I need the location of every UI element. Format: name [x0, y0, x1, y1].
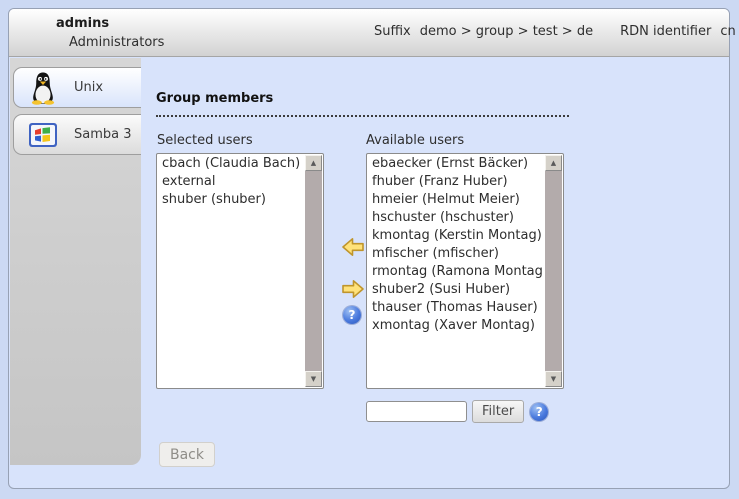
suffix-label: Suffix: [374, 24, 411, 39]
members-help-icon[interactable]: ?: [343, 306, 361, 324]
list-item[interactable]: kmontag (Kerstin Montag): [368, 227, 544, 245]
page: { "header": { "title": "admins", "subtit…: [0, 0, 739, 499]
filter-input[interactable]: [366, 401, 467, 422]
list-item[interactable]: mfischer (mfischer): [368, 245, 544, 263]
arrow-right-icon: [341, 279, 365, 299]
remove-from-selected-button[interactable]: [341, 279, 365, 299]
list-item[interactable]: cbach (Claudia Bach): [158, 155, 304, 173]
sidebar: Unix Samba 3: [10, 58, 141, 465]
filter-button[interactable]: Filter: [472, 400, 524, 423]
list-item[interactable]: hmeier (Helmut Meier): [368, 191, 544, 209]
scroll-up-icon[interactable]: ▲: [305, 155, 322, 171]
list-item[interactable]: shuber (shuber): [158, 191, 304, 209]
available-users-items: ebaecker (Ernst Bäcker)fhuber (Franz Hub…: [368, 155, 544, 387]
back-button[interactable]: Back: [159, 442, 215, 467]
list-item[interactable]: rmontag (Ramona Montag): [368, 263, 544, 281]
section-title: Group members: [156, 91, 569, 117]
page-subtitle: Administrators: [69, 35, 164, 50]
arrow-left-icon: [341, 237, 365, 257]
tab-samba3[interactable]: Samba 3: [13, 114, 141, 155]
list-item[interactable]: external: [158, 173, 304, 191]
windows-icon: [27, 118, 59, 152]
selected-users-items: cbach (Claudia Bach)externalshuber (shub…: [158, 155, 304, 387]
list-item[interactable]: shuber2 (Susi Huber): [368, 281, 544, 299]
available-users-scrollbar[interactable]: ▲ ▼: [545, 155, 562, 387]
tab-unix-label: Unix: [74, 80, 103, 95]
scroll-down-icon[interactable]: ▼: [305, 371, 322, 387]
rdn-identifier-label: RDN identifier: [620, 24, 711, 39]
header-right: Suffix demo > group > test > de RDN iden…: [374, 22, 739, 40]
selected-users-label: Selected users: [157, 133, 253, 148]
scroll-up-icon[interactable]: ▲: [545, 155, 562, 171]
main-container: admins Administrators Suffix demo > grou…: [8, 8, 730, 489]
list-item[interactable]: fhuber (Franz Huber): [368, 173, 544, 191]
filter-help-icon[interactable]: ?: [530, 403, 548, 421]
list-item[interactable]: xmontag (Xaver Montag): [368, 317, 544, 335]
available-users-label: Available users: [366, 133, 464, 148]
tab-samba3-label: Samba 3: [74, 127, 132, 142]
selected-users-listbox[interactable]: cbach (Claudia Bach)externalshuber (shub…: [156, 153, 324, 389]
header: admins Administrators Suffix demo > grou…: [9, 9, 729, 57]
filter-row: Filter ?: [366, 400, 548, 423]
scroll-down-icon[interactable]: ▼: [545, 371, 562, 387]
tab-unix[interactable]: Unix: [13, 67, 141, 108]
tux-icon: [27, 71, 59, 105]
add-to-selected-button[interactable]: [341, 237, 365, 257]
suffix-breadcrumb: demo > group > test > de: [420, 24, 593, 39]
rdn-identifier-value: cn: [720, 24, 735, 39]
list-item[interactable]: thauser (Thomas Hauser): [368, 299, 544, 317]
list-item[interactable]: hschuster (hschuster): [368, 209, 544, 227]
selected-users-scrollbar[interactable]: ▲ ▼: [305, 155, 322, 387]
available-users-listbox[interactable]: ebaecker (Ernst Bäcker)fhuber (Franz Hub…: [366, 153, 564, 389]
list-item[interactable]: ebaecker (Ernst Bäcker): [368, 155, 544, 173]
page-title: admins: [56, 16, 109, 31]
